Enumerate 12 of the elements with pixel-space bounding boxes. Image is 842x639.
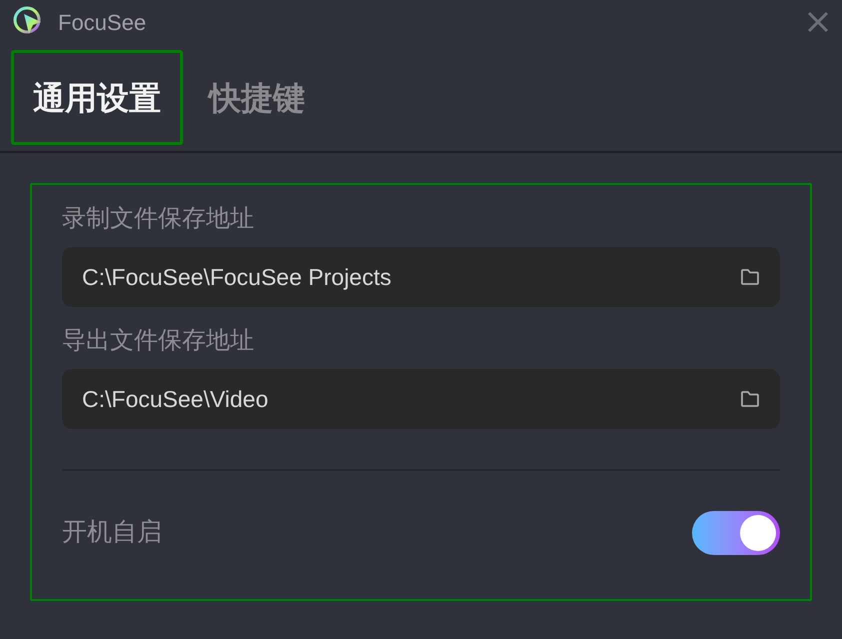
close-icon[interactable] xyxy=(806,10,830,34)
folder-icon[interactable] xyxy=(740,390,760,408)
window-title: FocuSee xyxy=(58,8,146,36)
tab[interactable]: 通用设置 xyxy=(11,50,183,145)
autostart-toggle[interactable] xyxy=(692,511,780,555)
path-field[interactable]: C:\FocuSee\FocuSee Projects xyxy=(62,247,780,307)
tab[interactable]: 快捷键 xyxy=(187,50,327,145)
field-label: 导出文件保存地址 xyxy=(62,326,255,356)
path-field[interactable]: C:\FocuSee\Video xyxy=(62,369,780,429)
autostart-label: 开机自启 xyxy=(62,517,163,548)
field-label: 录制文件保存地址 xyxy=(62,204,255,234)
folder-icon[interactable] xyxy=(740,268,760,286)
